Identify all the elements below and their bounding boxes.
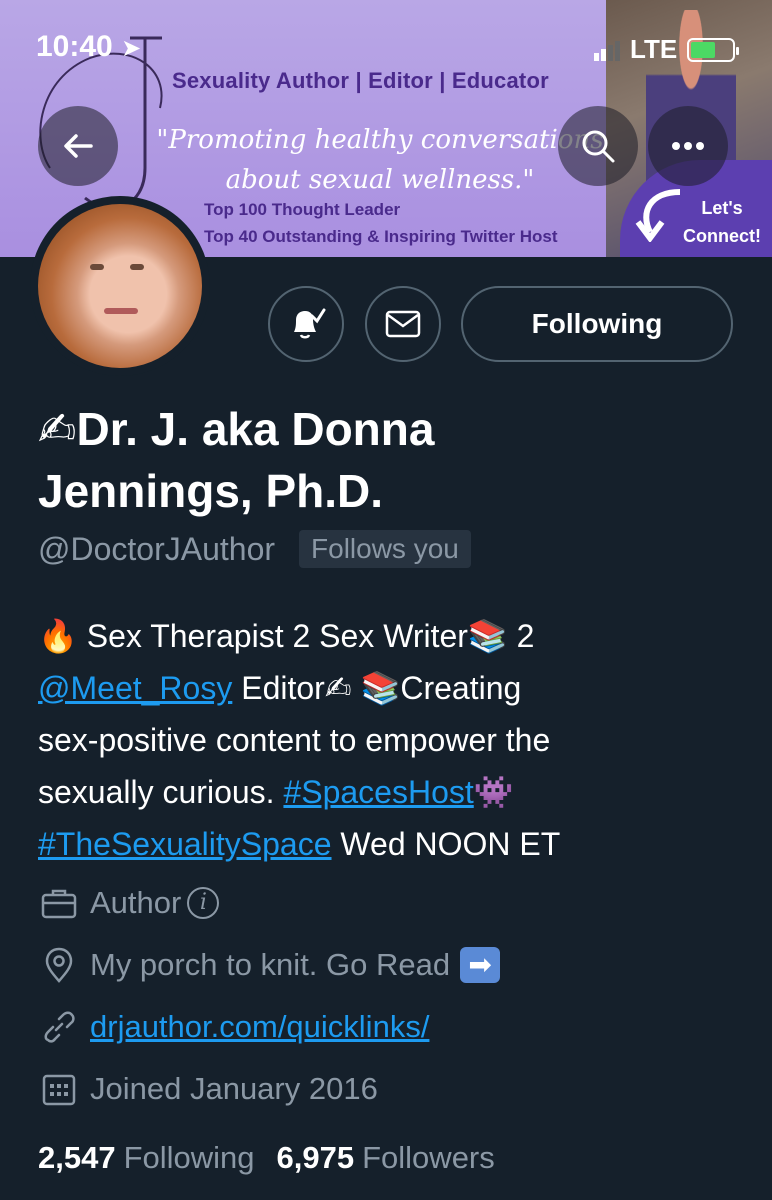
bio-line-3: sex-positive content to empower the bbox=[38, 714, 748, 766]
bio-text: 🔥 Sex Therapist 2 Sex Writer📚 2 bbox=[38, 618, 535, 654]
status-time: 10:40 ➤ bbox=[36, 30, 141, 64]
location-row: My porch to knit. Go Read ➡ bbox=[40, 946, 501, 984]
website-row: drjauthor.com/quicklinks/ bbox=[40, 1008, 429, 1046]
follows-you-badge: Follows you bbox=[299, 530, 471, 568]
info-icon[interactable]: i bbox=[187, 887, 220, 919]
banner-title: Sexuality Author | Editor | Educator bbox=[172, 68, 549, 93]
mention-link[interactable]: @Meet_Rosy bbox=[38, 670, 232, 706]
category-label: Author bbox=[90, 885, 182, 920]
bio-line-1: 🔥 Sex Therapist 2 Sex Writer📚 2 bbox=[38, 610, 748, 662]
bio-text: sex-positive content to empower the bbox=[38, 722, 551, 758]
bio-line-5: #TheSexualitySpace Wed NOON ET bbox=[38, 818, 748, 870]
following-number: 2,547 bbox=[38, 1140, 116, 1175]
back-arrow-icon bbox=[64, 134, 93, 158]
joined-row: Joined January 2016 bbox=[40, 1070, 378, 1108]
display-name-line1: ✍Dr. J. aka Donna bbox=[38, 403, 435, 455]
search-button[interactable] bbox=[558, 106, 638, 186]
envelope-icon bbox=[385, 310, 421, 338]
avatar-image bbox=[38, 204, 202, 368]
category-row: Author i bbox=[40, 884, 220, 922]
link-icon bbox=[40, 1008, 78, 1046]
banner-quote: "Promoting healthy conversations about s… bbox=[150, 120, 610, 200]
joined-label: Joined January 2016 bbox=[90, 1071, 378, 1106]
connect-line2: Connect! bbox=[683, 226, 761, 246]
following-button[interactable]: Following bbox=[461, 286, 733, 362]
banner-line-2: Top 40 Outstanding & Inspiring Twitter H… bbox=[204, 227, 558, 246]
bio-line-4: sexually curious. #SpacesHost👾 bbox=[38, 766, 748, 818]
following-count[interactable]: 2,547 Following bbox=[38, 1140, 255, 1176]
bio-line-2: @Meet_Rosy Editor✍ 📚Creating bbox=[38, 662, 748, 714]
briefcase-icon bbox=[40, 884, 78, 922]
calendar-icon bbox=[40, 1070, 78, 1108]
avatar[interactable] bbox=[30, 196, 210, 376]
display-name: ✍Dr. J. aka Donna Jennings, Ph.D. bbox=[38, 398, 738, 522]
message-button[interactable] bbox=[365, 286, 441, 362]
followers-number: 6,975 bbox=[276, 1140, 355, 1175]
location-pin-icon bbox=[40, 946, 78, 984]
signal-icon bbox=[594, 40, 620, 61]
bio-text: sexually curious. bbox=[38, 774, 284, 810]
bio-text: Wed NOON ET bbox=[331, 826, 561, 862]
network-label: LTE bbox=[630, 34, 678, 64]
display-name-line2: Jennings, Ph.D. bbox=[38, 465, 384, 517]
search-icon bbox=[582, 130, 615, 163]
more-button[interactable] bbox=[648, 106, 728, 186]
banner-quote-line2: about sexual wellness." bbox=[225, 165, 535, 195]
handle-row: @DoctorJAuthor Follows you bbox=[38, 530, 471, 568]
right-arrow-icon: ➡ bbox=[460, 947, 501, 983]
location-label: My porch to knit. Go Read bbox=[90, 947, 451, 982]
battery-icon bbox=[687, 37, 740, 62]
banner-quote-line1: "Promoting healthy conversations bbox=[156, 125, 604, 155]
username-handle: @DoctorJAuthor bbox=[38, 530, 276, 567]
profile-bio: 🔥 Sex Therapist 2 Sex Writer📚 2 @Meet_Ro… bbox=[38, 610, 748, 870]
back-button[interactable] bbox=[38, 106, 118, 186]
location-arrow-icon: ➤ bbox=[121, 35, 142, 62]
followers-label: Followers bbox=[362, 1140, 495, 1175]
connect-line1: Let's bbox=[701, 198, 743, 218]
hashtag-link[interactable]: #SpacesHost bbox=[283, 774, 473, 810]
status-indicators: LTE bbox=[594, 34, 740, 65]
followers-count[interactable]: 6,975 Followers bbox=[277, 1140, 495, 1176]
bio-text: Editor✍ 📚Creating bbox=[232, 670, 522, 706]
banner-line-1: Top 100 Thought Leader bbox=[204, 200, 401, 219]
hashtag-link[interactable]: #TheSexualitySpace bbox=[38, 826, 332, 862]
notifications-button[interactable] bbox=[268, 286, 344, 362]
website-link[interactable]: drjauthor.com/quicklinks/ bbox=[90, 1009, 429, 1045]
following-label: Following bbox=[123, 1140, 255, 1175]
bio-emoji: 👾 bbox=[473, 774, 514, 810]
connect-text: Let's Connect! bbox=[672, 194, 772, 250]
bell-check-icon bbox=[294, 308, 326, 339]
more-icon bbox=[672, 142, 704, 150]
status-time-text: 10:40 bbox=[36, 30, 113, 63]
follow-counts: 2,547 Following 6,975 Followers bbox=[38, 1140, 495, 1176]
